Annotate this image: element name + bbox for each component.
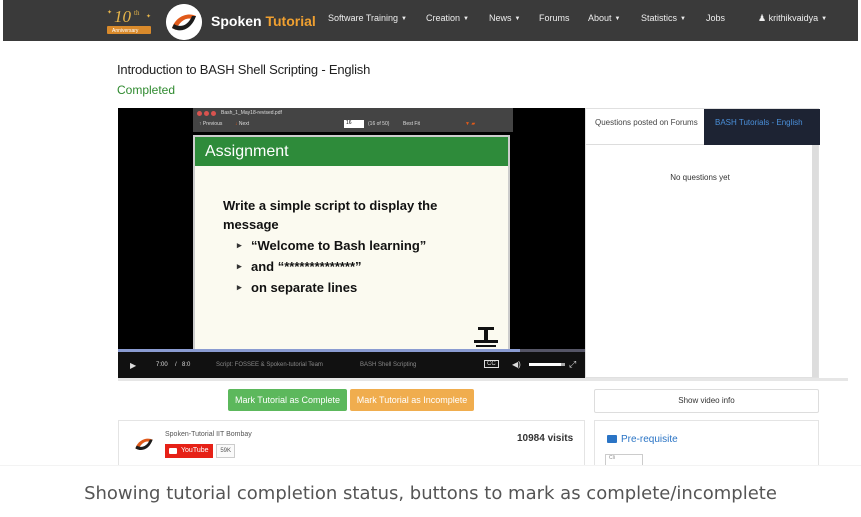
prerequisite-label: Pre-requisite [621,434,678,445]
youtube-subscribe: YouTube 59K [165,444,235,460]
nav-user-menu[interactable]: ♟ krithikvaidya ▼ [758,13,827,24]
slide-heading: Assignment [195,137,508,166]
slide-body: Write a simple script to display the mes… [195,166,508,297]
horizontal-scrollbar[interactable] [118,378,848,381]
tutorial-title: Introduction to BASH Shell Scripting - E… [117,62,371,77]
slide-line: message [223,217,279,232]
no-questions-message: No questions yet [670,173,730,182]
subscriber-count: 59K [216,444,235,458]
nav-about[interactable]: About ▼ [588,13,620,23]
closed-captions-button[interactable]: CC [484,360,499,368]
pdf-page-input: 16 [344,120,364,128]
time-separator: / [175,362,177,368]
nav-news[interactable]: News ▼ [489,13,520,23]
badge-ribbon-text: Anniversary [112,28,139,34]
user-name: krithikvaidya [768,13,819,23]
video-controls: ▶ 7:00 / 8:0 Script: FOSSEE & Spoken-tut… [118,349,585,378]
completion-status: Completed [117,83,176,97]
spoken-tutorial-logo-icon[interactable] [166,4,202,40]
video-progress-bar[interactable] [118,349,585,352]
pdf-previous: ↑ Previous [199,121,223,127]
video-icon [607,435,617,443]
caption-divider [0,465,861,466]
subtitle-script: Script: FOSSEE & Spoken-tutorial Team [216,362,323,368]
tab-bash-tutorials[interactable]: BASH Tutorials - English [704,109,820,145]
user-icon: ♟ [758,13,767,23]
chevron-down-icon: ▼ [680,15,686,22]
nav-software-training[interactable]: Software Training ▼ [328,13,407,23]
pdf-next: ↓ Next [235,121,250,127]
volume-slider[interactable] [529,363,565,366]
nav-jobs[interactable]: Jobs [706,13,725,23]
window-buttons [197,111,216,116]
slide-bullet: and “**************” [237,257,508,276]
play-icon[interactable]: ▶ [130,361,136,370]
show-video-info-button[interactable]: Show video info [594,389,819,413]
nav-creation[interactable]: Creation ▼ [426,13,469,23]
tenth-anniversary-badge[interactable]: 10 th Anniversary ✦ ✦ [104,4,154,38]
slide-line: Write a simple script to display the [223,198,438,213]
pdf-filename: Bash_1_May18-revised.pdf [221,110,282,116]
top-navbar: 10 th Anniversary ✦ ✦ Spoken Tutorial So… [3,0,858,41]
fullscreen-icon[interactable]: ⤢ [569,359,576,370]
prerequisite-box: Pre-requisite Cli [594,420,819,466]
tab-questions-posted[interactable]: Questions posted on Forums [586,109,704,145]
prerequisite-link[interactable]: Pre-requisite [607,434,678,445]
badge-superscript: th [134,9,140,17]
channel-name[interactable]: Spoken-Tutorial IIT Bombay [165,431,252,438]
presentation-slide: Assignment Write a simple script to disp… [193,135,510,361]
volume-icon[interactable]: ◀) [512,360,521,369]
figure-caption: Showing tutorial completion status, butt… [84,483,777,504]
time-total: 8:0 [182,362,191,368]
slide-bullet: “Welcome to Bash learning” [237,236,508,255]
forum-questions-panel: Questions posted on Forums BASH Tutorial… [585,108,820,378]
pdf-page-count: (16 of 50) [368,121,390,127]
slide-bullet: on separate lines [237,278,508,297]
pdf-zoom: Best Fit [403,121,420,127]
channel-logo-icon [131,431,157,457]
brand-name[interactable]: Spoken Tutorial [211,13,316,29]
pdf-viewer-toolbar: Bash_1_May18-revised.pdf ↑ Previous ↓ Ne… [193,108,513,132]
mark-incomplete-button[interactable]: Mark Tutorial as Incomplete [350,389,474,411]
chevron-down-icon: ▼ [463,15,469,22]
visit-count: 10984 visits [517,433,574,444]
video-player[interactable]: Bash_1_May18-revised.pdf ↑ Previous ↓ Ne… [118,108,585,378]
brand-first-word: Spoken [211,13,262,29]
subtitle-series: BASH Shell Scripting [360,362,417,368]
page: 10 th Anniversary ✦ ✦ Spoken Tutorial So… [0,0,861,517]
chevron-down-icon: ▼ [821,15,828,22]
brand-second-word: Tutorial [265,13,316,29]
chevron-down-icon: ▼ [614,15,621,22]
nav-statistics[interactable]: Statistics ▼ [641,13,686,23]
svg-text:✦: ✦ [146,13,151,20]
institute-emblem-icon [474,327,498,347]
nav-forums[interactable]: Forums [539,13,570,23]
badge-number: 10 [114,7,132,26]
bookmark-icon: ▼ ▰ [465,121,476,127]
questions-scrollbar[interactable] [812,145,818,377]
svg-text:✦: ✦ [107,9,112,16]
mark-complete-button[interactable]: Mark Tutorial as Complete [228,389,347,411]
channel-info-box: Spoken-Tutorial IIT Bombay YouTube 59K 1… [118,420,585,465]
time-current: 7:00 [156,362,168,368]
chevron-down-icon: ▼ [401,15,407,22]
chevron-down-icon: ▼ [514,15,521,22]
youtube-button[interactable]: YouTube [165,444,214,458]
